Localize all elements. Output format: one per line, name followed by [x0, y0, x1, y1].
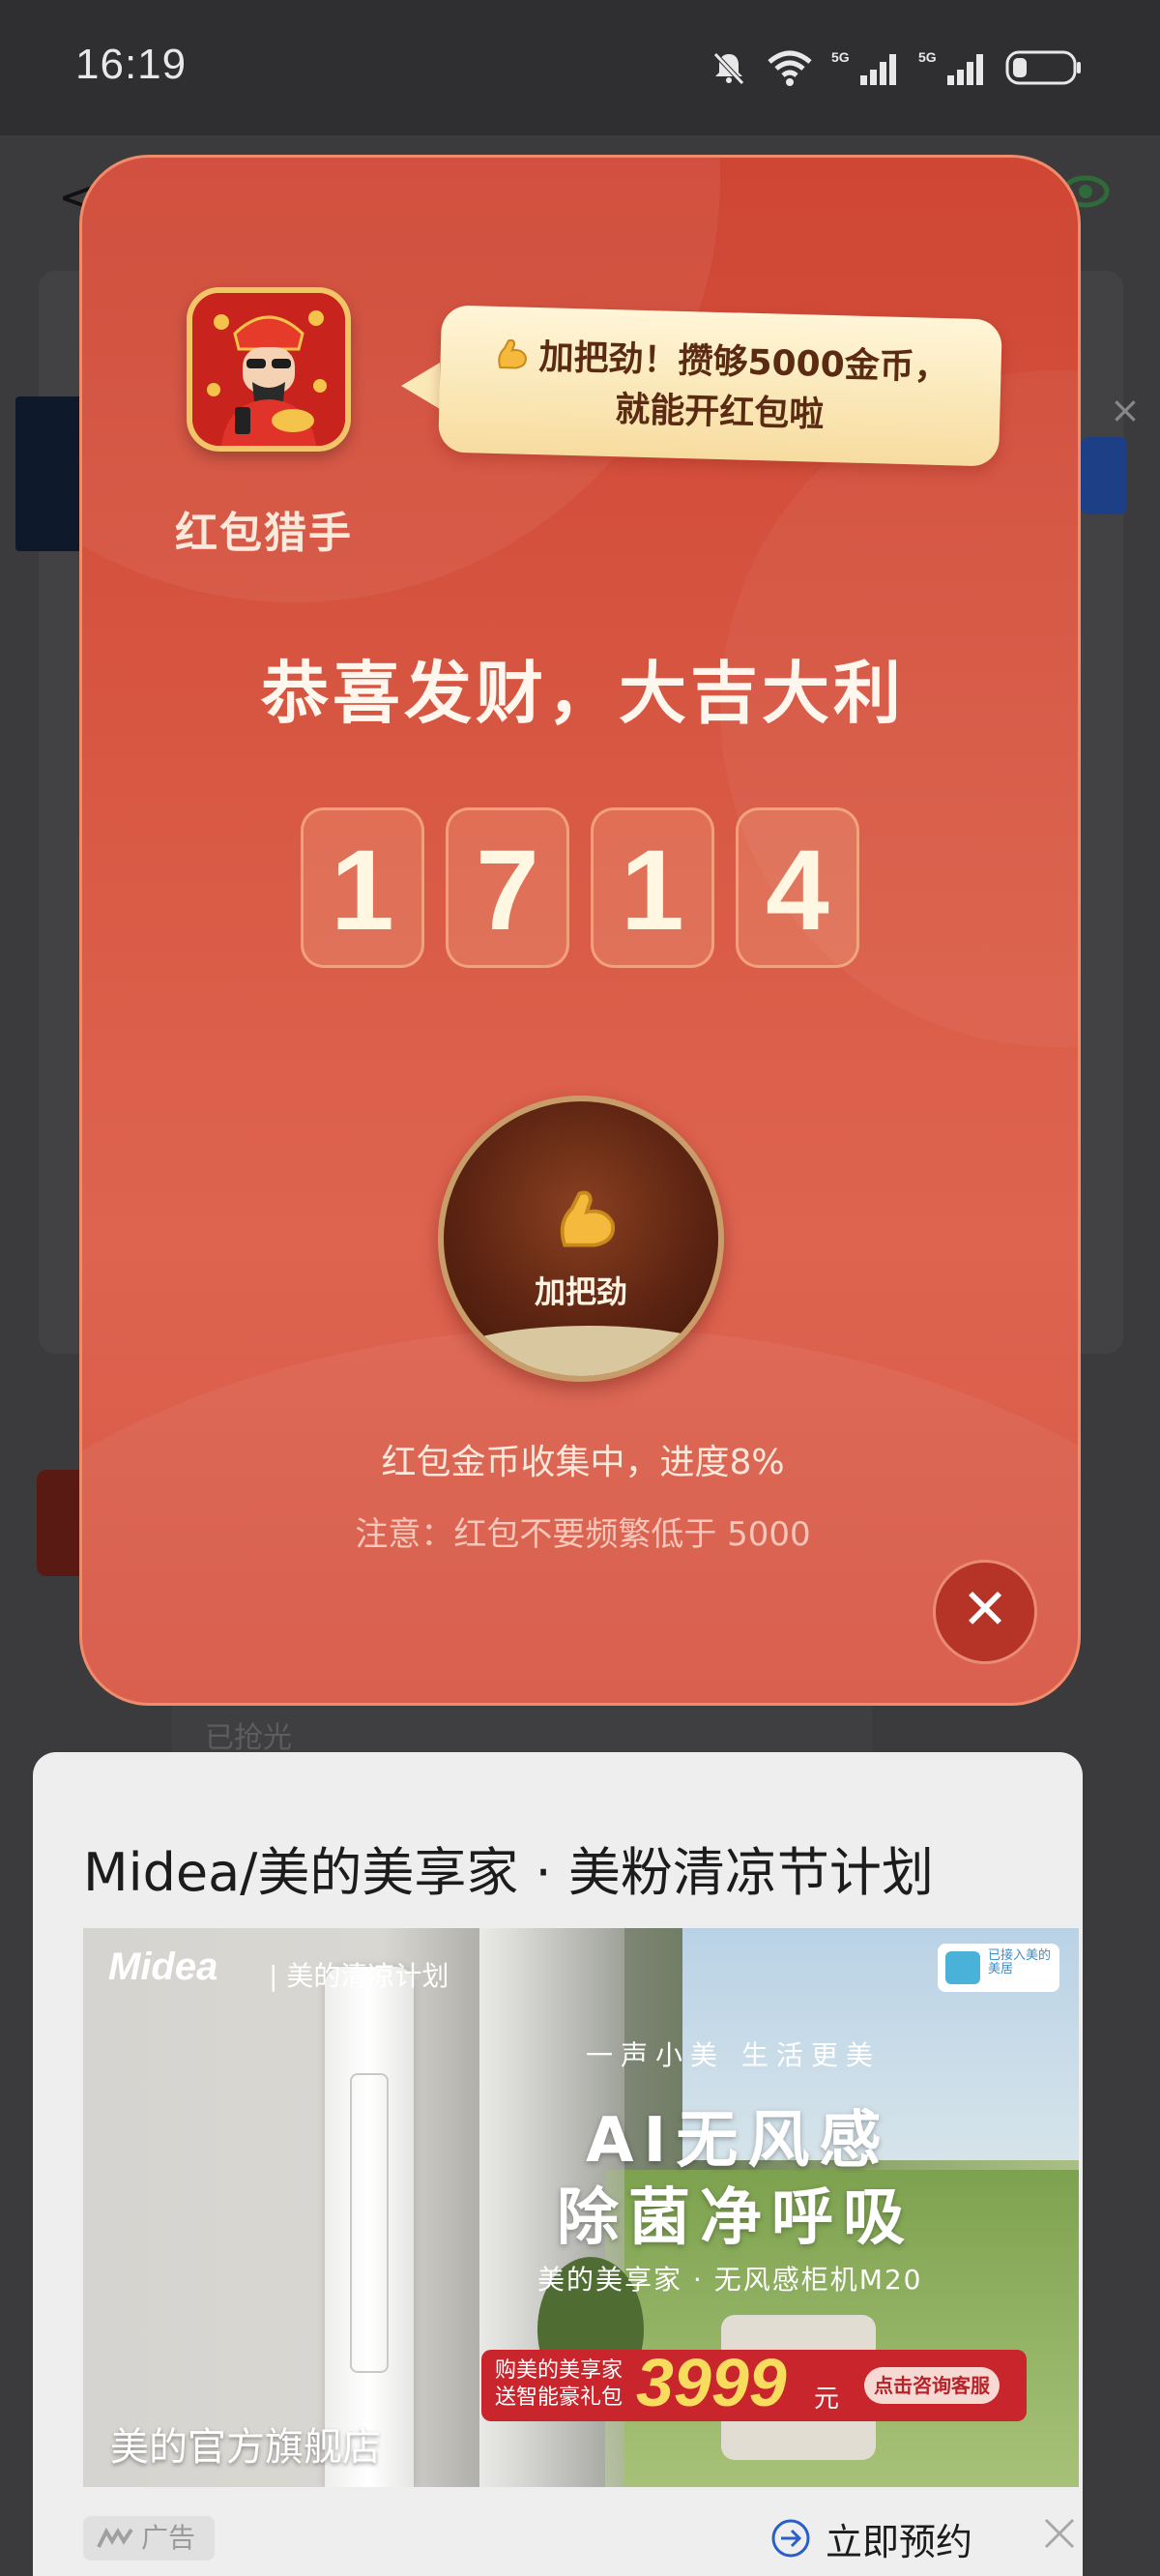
campaign-name: | 美的清凉计划 [269, 1960, 450, 1992]
god-of-wealth-illustration [192, 293, 345, 446]
air-conditioner-panel [350, 2073, 389, 2373]
ad-slogan: 一声小美 生活更美 [586, 2039, 881, 2071]
counter-digit: 1 [301, 807, 424, 968]
consult-service-button: 点击咨询客服 [864, 2367, 1000, 2404]
air-conditioner-image [325, 1967, 414, 2487]
speech-bubble-tail [401, 363, 440, 409]
ad-product-name: 美的美享家 · 无风感柜机M20 [537, 2264, 923, 2296]
price-banner: 购美的美享家 送智能豪礼包 3999 元 点击咨询客服 [481, 2345, 1027, 2421]
counter-digit: 7 [446, 807, 569, 968]
ad-headline-2: 除菌净呼吸 [557, 2182, 914, 2254]
price-value: 3999 [636, 2345, 787, 2420]
arrow-circle-icon [771, 2519, 810, 2558]
status-bar: 16:19 5G 5G [0, 0, 1160, 135]
notice-text: 注意：红包不要频繁低于 5000 [355, 1515, 811, 1554]
boost-button-label: 加把劲 [534, 1273, 627, 1310]
ad-headline-1: AI无风感 [586, 2105, 891, 2177]
red-packet-popup: 红包猎手 加把劲！攒够5000金币， 就能开红包啦 恭喜发财，大吉大利 1 7 … [79, 155, 1081, 1706]
background-ad-thumbnail [15, 396, 87, 551]
mute-icon [713, 52, 744, 85]
coin-counter: 1 7 1 4 [301, 807, 859, 968]
battery-icon [1005, 50, 1081, 85]
ad-tag: 广告 [83, 2516, 215, 2561]
background-close-icon: × [1110, 389, 1141, 431]
ad-image[interactable]: Midea | 美的清凉计划 已接入美的美居 一声小美 生活更美 AI无风感 除… [83, 1928, 1079, 2487]
headline: 恭喜发财，大吉大利 [261, 654, 905, 733]
wifi-icon [768, 50, 812, 86]
smart-home-badge-text: 已接入美的美居 [988, 1948, 1052, 1976]
svg-text:5G: 5G [831, 49, 850, 65]
signal-5g-icon-2: 5G [918, 49, 983, 85]
boost-button[interactable]: 加把劲 [438, 1096, 724, 1382]
ad-title: Midea/美的美享家 · 美粉清凉节计划 [83, 1842, 934, 1903]
ad-source-icon [97, 2528, 133, 2548]
book-now-button[interactable]: 立即预约 [769, 2512, 972, 2564]
progress-wave [444, 1326, 718, 1376]
counter-digit: 1 [591, 807, 714, 968]
book-now-label: 立即预约 [826, 2520, 973, 2563]
god-of-wealth-avatar [187, 287, 351, 452]
close-button[interactable]: ✕ [933, 1560, 1037, 1664]
status-icons: 5G 5G [710, 46, 1083, 89]
store-name: 美的官方旗舰店 [110, 2425, 381, 2470]
smart-home-badge: 已接入美的美居 [938, 1944, 1059, 1992]
counter-digit: 4 [736, 807, 859, 968]
speech-bubble: 加把劲！攒够5000金币， 就能开红包啦 [438, 305, 1002, 467]
app-name: 红包猎手 [175, 509, 353, 558]
speech-bubble-text: 加把劲！攒够5000金币， 就能开红包啦 [439, 330, 1002, 445]
flexed-biceps-icon [560, 1190, 616, 1247]
price-lead: 购美的美享家 送智能豪礼包 [495, 2357, 623, 2412]
flexed-biceps-icon [498, 338, 527, 369]
price-lead-line-2: 送智能豪礼包 [495, 2386, 624, 2410]
ad-card[interactable]: Midea/美的美享家 · 美粉清凉节计划 Midea | 美的清凉计划 已接入… [33, 1752, 1083, 2576]
progress-text: 红包金币收集中，进度8% [381, 1443, 785, 1482]
price-lead-line-1: 购美的美享家 [495, 2358, 624, 2383]
smart-home-icon [945, 1951, 980, 1984]
signal-5g-icon: 5G [831, 49, 896, 85]
midea-logo: Midea [108, 1946, 218, 1988]
ad-close-icon[interactable] [1038, 2512, 1081, 2555]
speech-line-2: 就能开红包啦 [614, 390, 825, 435]
status-time: 16:19 [75, 41, 188, 88]
background-action-button [1081, 437, 1127, 514]
speech-line-1: 加把劲！攒够5000金币， [538, 337, 950, 389]
price-unit: 元 [814, 2385, 840, 2414]
ad-tag-label: 广告 [141, 2522, 196, 2554]
svg-text:5G: 5G [918, 49, 937, 65]
